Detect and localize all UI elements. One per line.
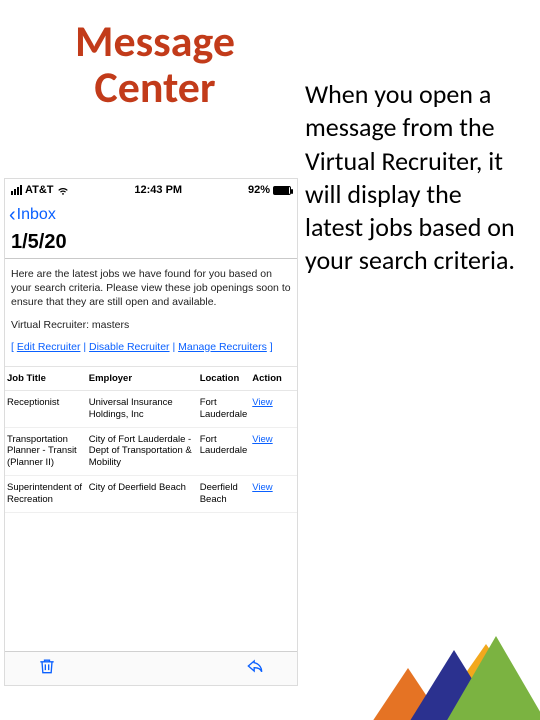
message-date: 1/5/20 [5,229,297,259]
back-label: Inbox [17,206,56,224]
table-row: Superintendent of Recreation City of Dee… [5,476,297,513]
chevron-left-icon: ‹ [9,205,16,225]
col-job-title: Job Title [5,367,87,391]
col-action: Action [250,367,297,391]
battery-icon [273,186,291,195]
title-line2: Center [94,60,215,114]
reply-icon[interactable] [245,656,265,681]
col-employer: Employer [87,367,198,391]
intro-text: Here are the latest jobs we have found f… [11,267,291,310]
manage-recruiters-link[interactable]: Manage Recruiters [178,341,267,353]
trash-icon[interactable] [37,656,57,681]
view-link[interactable]: View [252,397,272,408]
bottom-toolbar [5,651,297,685]
cell-employer: City of Deerfield Beach [87,476,198,513]
cell-location: Deerfield Beach [198,476,251,513]
cell-title: Receptionist [5,390,87,427]
cell-location: Fort Lauderdale [198,427,251,476]
wifi-icon [57,184,69,196]
battery-pct: 92% [248,184,270,196]
signal-icon [11,185,22,195]
disable-recruiter-link[interactable]: Disable Recruiter [89,341,170,353]
message-body: Here are the latest jobs we have found f… [5,259,297,367]
virtual-recruiter-label: Virtual Recruiter: masters [11,318,291,332]
phone-screenshot: AT&T 12:43 PM 92% ‹ Inbox 1/5/20 Here ar… [4,178,298,686]
recruiter-links: [ Edit Recruiter | Disable Recruiter | M… [11,340,291,354]
view-link[interactable]: View [252,482,272,493]
status-bar: AT&T 12:43 PM 92% [5,179,297,201]
cell-title: Superintendent of Recreation [5,476,87,513]
table-row: Receptionist Universal Insurance Holding… [5,390,297,427]
decorative-triangles [360,600,540,720]
view-link[interactable]: View [252,434,272,445]
clock: 12:43 PM [134,184,182,196]
jobs-table: Job Title Employer Location Action Recep… [5,367,297,513]
cell-title: Transportation Planner - Transit (Planne… [5,427,87,476]
cell-employer: Universal Insurance Holdings, Inc [87,390,198,427]
edit-recruiter-link[interactable]: Edit Recruiter [17,341,81,353]
cell-employer: City of Fort Lauderdale - Dept of Transp… [87,427,198,476]
carrier-label: AT&T [25,184,54,196]
table-row: Transportation Planner - Transit (Planne… [5,427,297,476]
description-text: When you open a message from the Virtual… [305,78,520,278]
back-button[interactable]: ‹ Inbox [5,201,297,229]
cell-location: Fort Lauderdale [198,390,251,427]
page-title: Message Center [30,18,280,110]
col-location: Location [198,367,251,391]
